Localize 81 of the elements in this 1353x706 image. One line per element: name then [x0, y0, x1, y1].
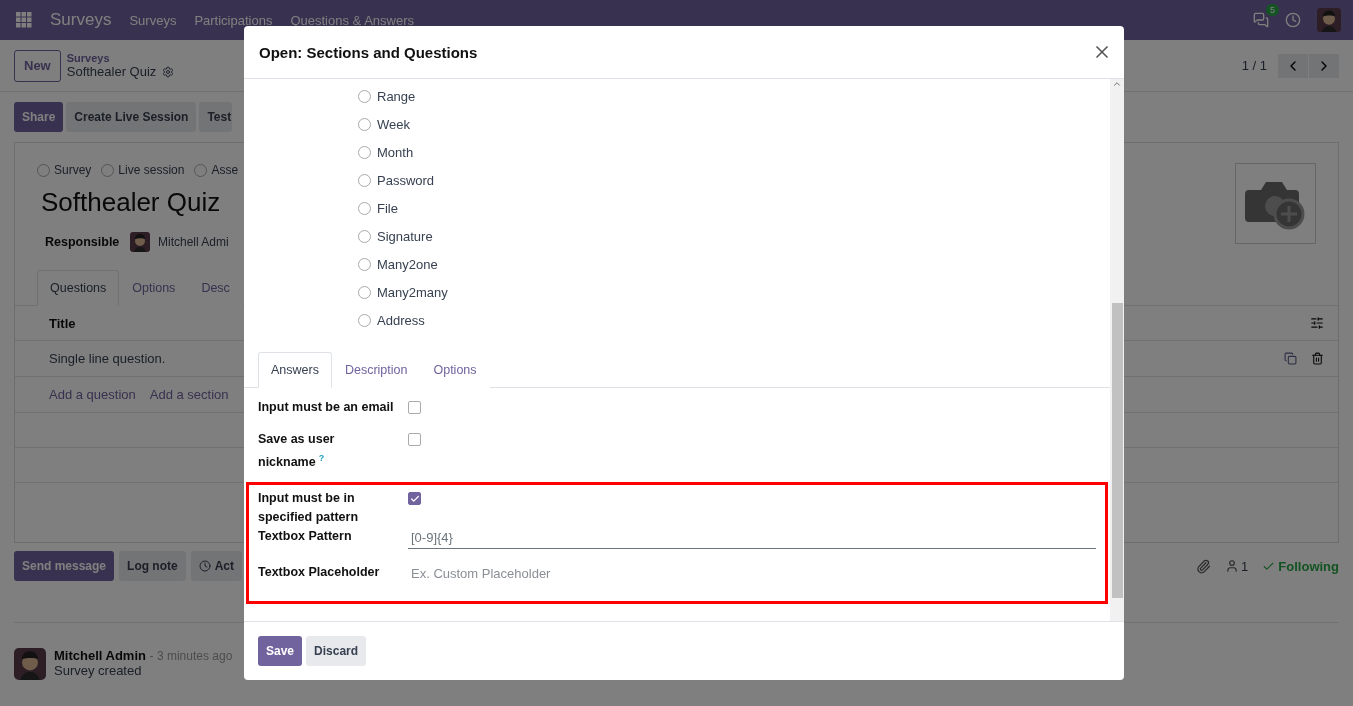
radio-button[interactable] [101, 163, 115, 177]
column-header: Title [49, 315, 76, 331]
radio-label: Month [377, 144, 414, 160]
radio-button[interactable] [358, 285, 371, 299]
radio-button[interactable] [358, 201, 371, 215]
action-button[interactable]: Create Live Session [66, 102, 197, 132]
radio-button[interactable] [358, 257, 371, 271]
avatar [14, 648, 46, 680]
field-label: Input must be in specified pattern [258, 490, 360, 526]
follower-count: 1 [1241, 558, 1249, 574]
radio-button[interactable] [358, 89, 371, 103]
radio-button[interactable] [358, 145, 371, 159]
radio-button[interactable] [358, 117, 371, 131]
checkbox[interactable] [408, 433, 421, 446]
apps-menu-icon[interactable] [16, 12, 32, 28]
radio-label: Address [377, 312, 425, 328]
radio-button[interactable] [358, 229, 371, 243]
settings-icon[interactable] [162, 65, 175, 78]
clock-icon [198, 560, 211, 572]
checkbox[interactable] [408, 401, 421, 414]
new-button[interactable]: New [14, 49, 61, 82]
chatter-button[interactable]: Send message [14, 551, 115, 581]
trash-icon[interactable] [1311, 352, 1324, 365]
previous-button[interactable] [1278, 53, 1308, 78]
add-link[interactable]: Add a section [149, 387, 229, 402]
column-settings-icon[interactable] [1310, 316, 1324, 330]
chatter-button[interactable]: Act [190, 551, 243, 581]
clock-icon[interactable] [1285, 12, 1301, 28]
survey-title: Softhealer Quiz [41, 187, 222, 218]
radio-button[interactable] [37, 163, 50, 177]
scrollbar[interactable] [1110, 79, 1124, 621]
radio-label: Live session [118, 163, 185, 177]
message-author: Mitchell Admin [54, 648, 146, 663]
radio-label: Many2many [377, 284, 448, 300]
field-label: Responsible [45, 235, 121, 249]
chat-icon[interactable] [1253, 12, 1269, 28]
add-link[interactable]: Add a question [49, 387, 136, 402]
pager-text: 1 / 1 [1241, 58, 1267, 73]
scroll-up-icon[interactable] [1112, 79, 1122, 89]
tab[interactable]: Questions [37, 270, 120, 306]
action-button[interactable]: Test [199, 102, 233, 132]
radio-button[interactable] [194, 163, 208, 177]
radio-button[interactable] [358, 173, 371, 187]
avatar [1317, 8, 1341, 32]
message-body: Survey created [54, 663, 142, 678]
field-label: Input must be an email [258, 399, 395, 416]
radio-label: Range [377, 88, 416, 104]
user-name: Mitchell Admi [158, 235, 229, 249]
table-cell: Single line question. [49, 351, 166, 366]
radio-label: Password [377, 172, 435, 188]
dialog-button[interactable]: Save [258, 636, 303, 666]
radio-button[interactable] [358, 313, 371, 327]
dialog-button[interactable]: Discard [306, 636, 367, 666]
radio-label: Week [377, 116, 410, 132]
menu-item[interactable]: Surveys [129, 12, 177, 28]
radio-label: File [377, 200, 398, 216]
breadcrumb-link[interactable]: Surveys [66, 52, 175, 64]
image-placeholder[interactable] [1235, 163, 1316, 244]
avatar [130, 232, 150, 252]
menu-item[interactable]: Questions & Answers [290, 12, 414, 28]
record-name: Softhealer Quiz [66, 64, 157, 79]
chatter-button[interactable]: Log note [119, 551, 186, 581]
field-label: Textbox Placeholder [258, 564, 381, 581]
notification-badge: 5 [1266, 4, 1279, 16]
radio-label: Asse [211, 163, 239, 177]
user-icon[interactable] [1225, 559, 1240, 573]
radio-label: Many2one [377, 256, 438, 272]
tab[interactable]: Answers [258, 352, 332, 388]
radio-label: Signature [377, 228, 433, 244]
following-button[interactable]: Following [1262, 558, 1339, 574]
next-button[interactable] [1309, 53, 1339, 78]
menu-item[interactable]: Participations [194, 12, 273, 28]
field-label: Textbox Pattern [258, 528, 353, 545]
checkbox[interactable] [408, 492, 421, 505]
radio-label: Survey [54, 163, 92, 177]
action-button[interactable]: Share [14, 102, 64, 132]
paperclip-icon[interactable] [1196, 558, 1212, 574]
copy-icon[interactable] [1284, 352, 1297, 365]
field-label: Save as user nickname $^{?}$ [258, 431, 336, 472]
app-name[interactable]: Surveys [50, 10, 112, 30]
dialog-title: Open: Sections and Questions [259, 43, 478, 61]
